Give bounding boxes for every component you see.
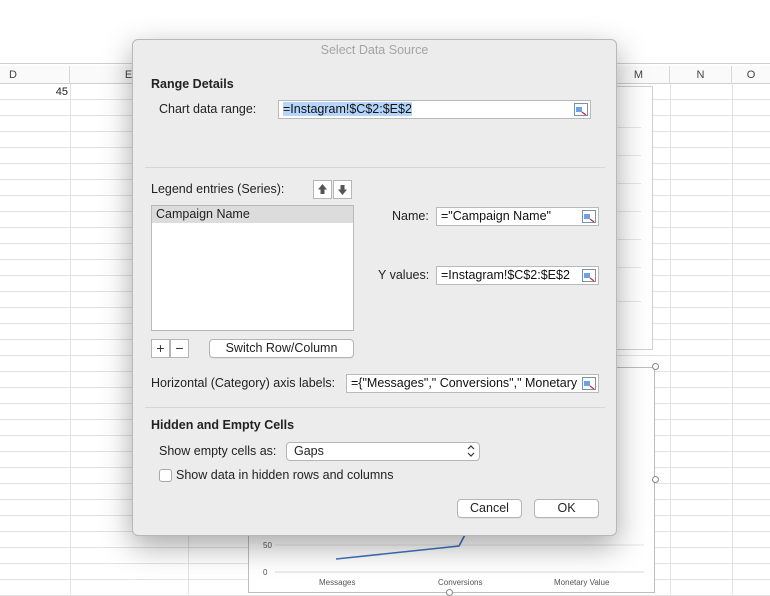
x-tick-label: Conversions [438,578,482,587]
column-header-m[interactable]: M [608,66,670,84]
switch-row-column-button[interactable]: Switch Row/Column [209,339,354,358]
show-hidden-data-label[interactable]: Show data in hidden rows and columns [176,468,394,482]
select-data-source-dialog: Select Data Source Range Details Chart d… [132,39,617,536]
show-hidden-data-checkbox[interactable] [159,469,172,482]
column-header-d[interactable]: D [0,66,70,84]
series-name-field[interactable]: ="Campaign Name" [436,207,599,226]
x-tick-label: Monetary Value [554,578,610,587]
category-axis-labels-value: ={"Messages"," Conversions"," Monetary [351,376,578,390]
range-picker-icon[interactable] [581,209,597,224]
grid-line [70,84,71,596]
chevron-updown-icon [467,444,475,460]
show-empty-cells-label: Show empty cells as: [159,444,277,458]
show-empty-cells-value: Gaps [294,444,324,458]
move-series-up-button[interactable] [313,180,332,199]
series-list-item[interactable]: Campaign Name [152,206,353,223]
range-picker-icon[interactable] [581,376,597,391]
x-tick-label: Messages [319,578,355,587]
y-tick-label: 0 [263,568,268,577]
chart-data-range-field[interactable]: =Instagram!$C$2:$E$2 [278,100,591,119]
arrow-up-icon [318,184,327,194]
range-details-heading: Range Details [151,77,234,91]
y-values-value: =Instagram!$C$2:$E$2 [441,268,570,282]
series-name-value: ="Campaign Name" [441,209,551,223]
arrow-down-icon [338,185,347,195]
dialog-title: Select Data Source [320,43,429,57]
resize-handle[interactable] [652,363,659,370]
section-divider [145,167,605,168]
range-picker-icon[interactable] [573,102,589,117]
category-axis-labels-field[interactable]: ={"Messages"," Conversions"," Monetary [346,374,599,393]
column-header-o[interactable]: O [732,66,770,84]
resize-handle[interactable] [652,476,659,483]
column-header-n[interactable]: N [670,66,732,84]
legend-entries-label: Legend entries (Series): [151,182,285,196]
series-list[interactable]: Campaign Name [151,205,354,331]
y-values-label: Y values: [378,268,430,282]
y-tick-label: 50 [263,541,272,550]
cancel-button[interactable]: Cancel [457,499,522,518]
series-name-label: Name: [392,209,429,223]
show-empty-cells-select[interactable]: Gaps [286,442,480,461]
range-picker-icon[interactable] [581,268,597,283]
cell-d2-value[interactable]: 45 [48,86,68,98]
add-series-button[interactable]: + [151,339,170,358]
y-values-field[interactable]: =Instagram!$C$2:$E$2 [436,266,599,285]
resize-handle[interactable] [446,589,453,596]
remove-series-button[interactable]: − [170,339,189,358]
chart-data-range-label: Chart data range: [159,102,257,116]
section-divider [145,407,605,408]
grid-line [670,84,671,596]
grid-line [732,84,733,596]
hidden-empty-cells-heading: Hidden and Empty Cells [151,418,295,432]
ok-button[interactable]: OK [534,499,599,518]
move-series-down-button[interactable] [333,180,352,199]
chart-data-range-value: =Instagram!$C$2:$E$2 [283,102,412,116]
category-axis-labels-label: Horizontal (Category) axis labels: [151,376,336,390]
